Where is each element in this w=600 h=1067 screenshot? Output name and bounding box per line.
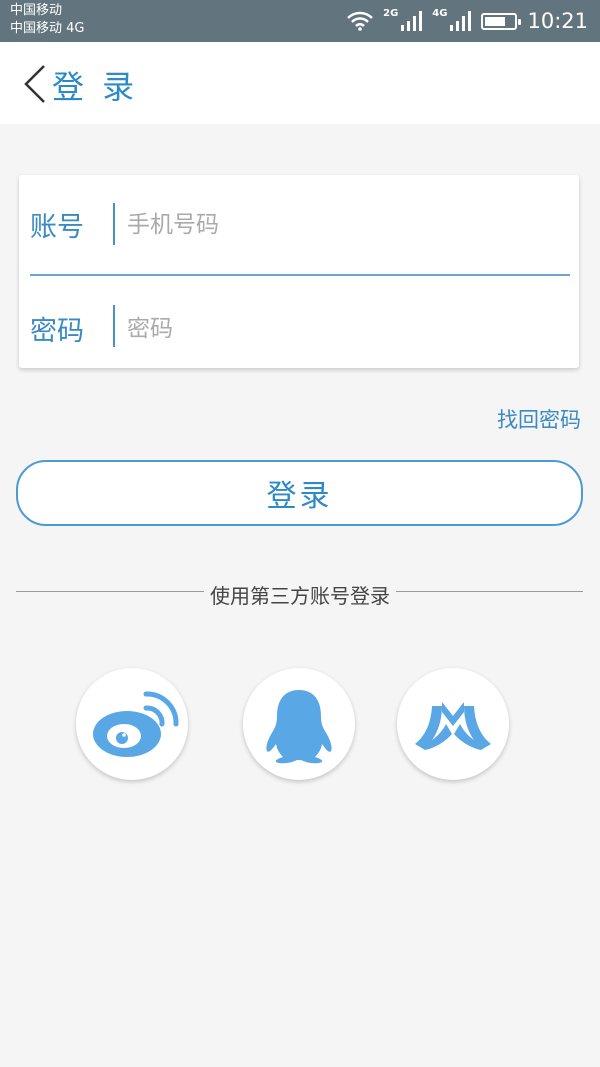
battery-icon — [481, 12, 522, 30]
qq-login-button[interactable] — [243, 668, 355, 780]
network-2g-label: 2G — [383, 7, 399, 19]
account-field-row: 账号 — [19, 175, 579, 271]
qq-icon — [266, 690, 332, 764]
account-label: 账号 — [30, 212, 84, 243]
carrier-1: 中国移动 — [10, 3, 63, 18]
app-header: 登 录 — [0, 42, 600, 124]
signal-icon — [401, 11, 423, 31]
third-party-login-text: 使用第三方账号登录 — [204, 584, 396, 608]
forgot-password-link[interactable]: 找回密码 — [497, 404, 581, 434]
field-divider — [113, 203, 115, 245]
status-icons: 2G 4G 10:21 — [347, 0, 588, 42]
login-form-card: 账号 密码 — [19, 175, 579, 368]
clock: 10:21 — [527, 9, 588, 33]
renren-login-button[interactable] — [397, 668, 509, 780]
renren-icon — [415, 702, 491, 750]
carrier-info: 中国移动 中国移动 4G — [10, 2, 84, 38]
weibo-icon — [93, 691, 179, 757]
password-field-row: 密码 — [19, 275, 579, 371]
network-4g-label: 4G — [432, 7, 448, 19]
login-button[interactable]: 登录 — [16, 460, 583, 526]
chevron-left-icon[interactable] — [22, 64, 48, 104]
weibo-login-button[interactable] — [76, 668, 188, 780]
status-bar: 中国移动 中国移动 4G 2G 4G 10:21 — [0, 0, 600, 42]
battery-level — [485, 16, 506, 26]
third-party-login-label: 使用第三方账号登录 — [0, 580, 600, 609]
account-input[interactable] — [127, 203, 547, 247]
carrier-2: 中国移动 4G — [10, 21, 85, 36]
wifi-icon — [347, 11, 374, 31]
password-label: 密码 — [30, 316, 84, 347]
signal-icon — [450, 11, 472, 31]
page-title: 登 录 — [52, 68, 139, 106]
password-input[interactable] — [127, 307, 547, 351]
field-divider — [113, 305, 115, 347]
